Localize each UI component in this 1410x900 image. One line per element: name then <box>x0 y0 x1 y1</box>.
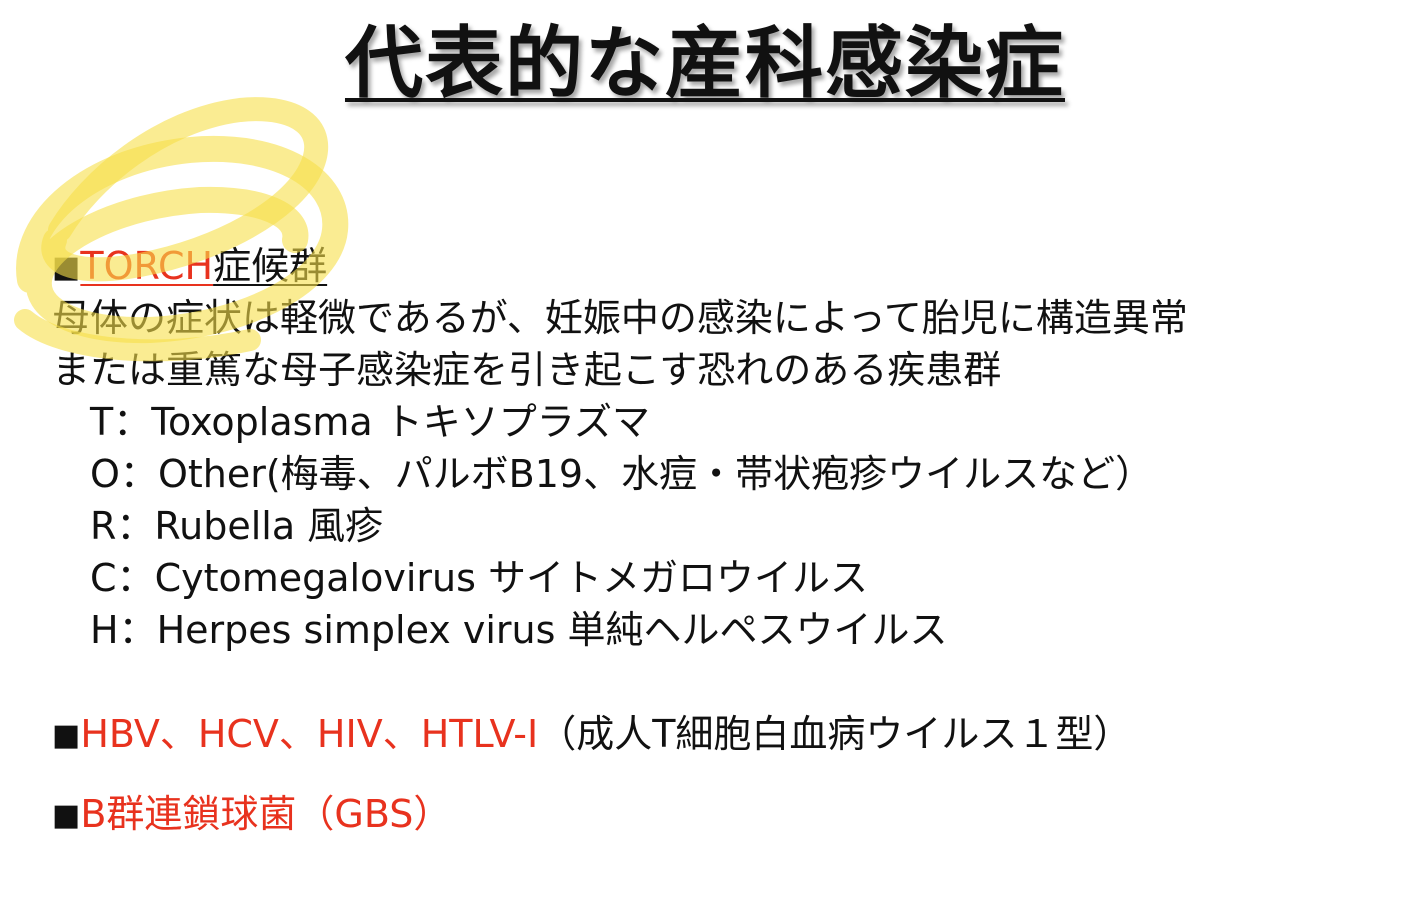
torch-heading-red: TORCH <box>80 244 214 288</box>
slide-body: ■TORCH症候群 母体の症状は軽微であるが、妊娠中の感染によって胎児に構造異常… <box>52 240 1382 840</box>
bullet-square-icon: ■ <box>52 250 81 285</box>
torch-item-text: Rubella 風疹 <box>154 504 384 548</box>
virus-note: （成人T細胞白血病ウイルス１型） <box>538 712 1132 756</box>
torch-item-separator: ： <box>118 608 157 652</box>
torch-item-separator: ： <box>116 556 155 600</box>
bullet-square-icon: ■ <box>52 718 81 753</box>
gbs-item: ■B群連鎖球菌（GBS） <box>52 788 1382 840</box>
torch-item-letter: C <box>90 556 117 600</box>
slide-title: 代表的な産科感染症 <box>344 19 1065 109</box>
torch-item-letter: R <box>90 504 117 548</box>
torch-item-c: C：Cytomegalovirus サイトメガロウイルス <box>52 552 1382 604</box>
torch-item-letter: O <box>90 452 120 496</box>
virus-names: HBV、HCV、HIV、HTLV-I <box>80 712 539 756</box>
torch-item-letter: T <box>90 400 114 444</box>
torch-item-t: T：Toxoplasma トキソプラズマ <box>52 396 1382 448</box>
gbs-label: B群連鎖球菌（GBS） <box>80 792 452 836</box>
torch-description-line-2: または重篤な母子感染症を引き起こす恐れのある疾患群 <box>52 348 1002 392</box>
virus-list: ■HBV、HCV、HIV、HTLV-I（成人T細胞白血病ウイルス１型） <box>52 708 1382 760</box>
torch-item-separator: ： <box>113 400 152 444</box>
torch-description-line-1: 母体の症状は軽微であるが、妊娠中の感染によって胎児に構造異常 <box>52 296 1188 340</box>
torch-item-h: H：Herpes simplex virus 単純ヘルペスウイルス <box>52 604 1382 656</box>
torch-item-text: Toxoplasma トキソプラズマ <box>151 400 651 444</box>
torch-item-separator: ： <box>116 504 155 548</box>
slide: 代表的な産科感染症 ■TORCH症候群 母体の症状は軽微であるが、妊娠中の感染に… <box>0 0 1410 900</box>
torch-item-separator: ： <box>119 452 158 496</box>
torch-heading-rest: 症候群 <box>213 244 328 288</box>
torch-item-o: O：Other(梅毒、パルボB19、水痘・帯状疱疹ウイルスなど） <box>52 448 1382 500</box>
torch-item-text: Cytomegalovirus サイトメガロウイルス <box>154 556 868 600</box>
torch-heading: ■TORCH症候群 <box>52 240 1382 292</box>
torch-item-text: Other(梅毒、パルボB19、水痘・帯状疱疹ウイルスなど） <box>157 452 1154 496</box>
torch-item-letter: H <box>90 608 119 652</box>
torch-item-r: R：Rubella 風疹 <box>52 500 1382 552</box>
torch-item-text: Herpes simplex virus 単純ヘルペスウイルス <box>156 608 948 652</box>
bullet-square-icon: ■ <box>52 798 81 833</box>
